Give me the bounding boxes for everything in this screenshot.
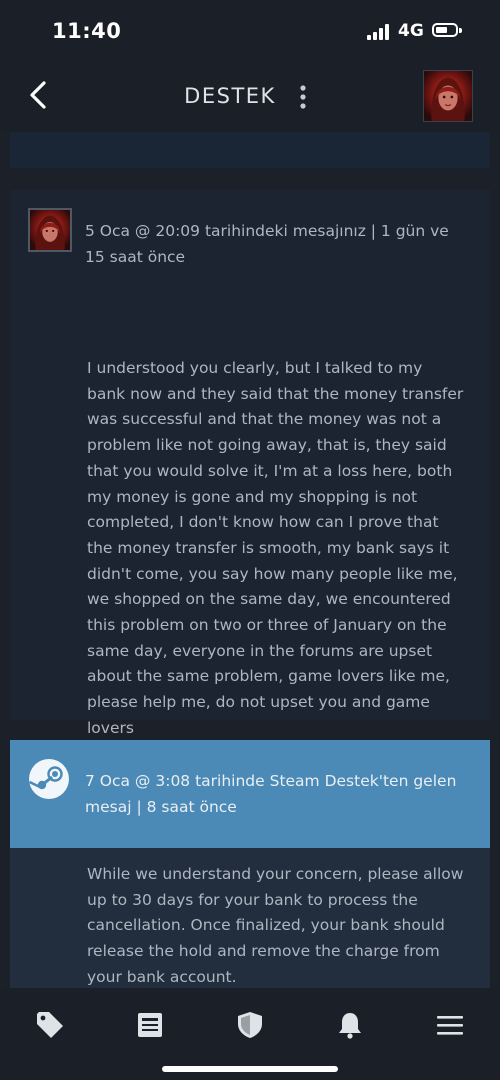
more-options-icon[interactable] [298, 84, 308, 110]
tag-icon[interactable] [35, 1010, 65, 1040]
support-message-card: While we understand your concern, please… [10, 848, 490, 988]
user-avatar [28, 208, 72, 252]
page-title: DESTEK [184, 84, 276, 108]
message-meta: 7 Oca @ 3:08 tarihinde Steam Destek'ten … [85, 772, 457, 816]
conversation[interactable]: 5 Oca @ 20:09 tarihindeki mesajınız | 1 … [0, 132, 500, 988]
message-body: I understood you clearly, but I talked t… [87, 359, 464, 737]
user-message-card: 5 Oca @ 20:09 tarihindeki mesajınız | 1 … [10, 190, 490, 737]
user-avatar[interactable] [423, 70, 473, 122]
signal-icon [367, 24, 389, 40]
news-icon[interactable] [135, 1010, 165, 1040]
status-bar: 11:40 4G [0, 0, 500, 62]
message-meta: 5 Oca @ 20:09 tarihindeki mesajınız | 1 … [85, 222, 449, 266]
steam-logo-icon [28, 759, 69, 799]
shield-icon[interactable] [235, 1010, 265, 1040]
network-type: 4G [398, 21, 424, 41]
previous-message-card [10, 132, 490, 168]
app-header: DESTEK [0, 62, 500, 132]
battery-icon [432, 23, 462, 37]
home-indicator[interactable] [162, 1066, 338, 1072]
bell-icon[interactable] [335, 1010, 365, 1040]
status-time: 11:40 [52, 19, 122, 43]
support-message-header: 7 Oca @ 3:08 tarihinde Steam Destek'ten … [10, 740, 490, 848]
message-body: While we understand your concern, please… [87, 865, 464, 986]
menu-icon[interactable] [435, 1010, 465, 1040]
